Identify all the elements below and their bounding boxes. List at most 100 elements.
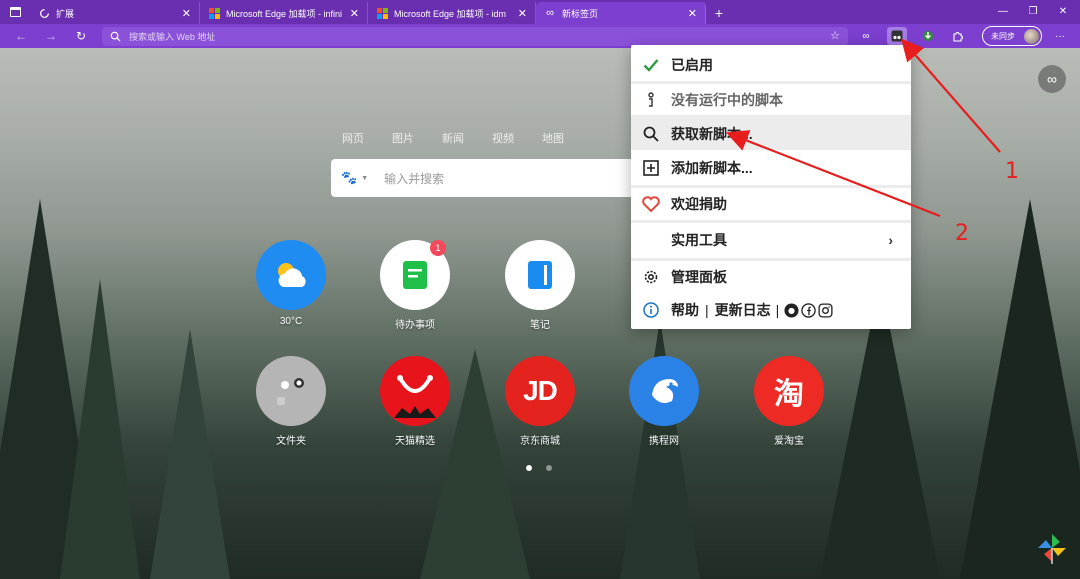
tab-label: Microsoft Edge 加载项 - idm [394,8,507,19]
app-shortcut-taobao[interactable]: 淘 爱淘宝 [744,356,834,447]
jd-logo-text: JD [523,375,558,406]
tmall-icon [380,356,450,426]
menu-item-label: 已启用 [671,57,713,73]
app-shortcut-folder[interactable]: 文件夹 [246,356,336,447]
favorite-star-icon[interactable]: ☆ [830,29,840,42]
notification-badge: 1 [430,240,446,256]
menu-item-no-running-scripts: 没有运行中的脚本 [631,85,911,115]
tab-edge-addons-infinity[interactable]: Microsoft Edge 加载项 - infinity新 ✕ [200,2,368,24]
tab-close-icon[interactable]: ✕ [350,7,359,20]
window-menu-icon[interactable] [0,0,30,24]
page-indicator [526,465,552,471]
tampermonkey-extension-icon[interactable] [887,27,907,45]
page-dot[interactable] [526,465,532,471]
baidu-paw-icon[interactable]: 🐾 [341,170,357,186]
forest-background [60,279,140,579]
search-tab[interactable]: 图片 [392,130,414,146]
profile-sync-button[interactable]: 未同步 [982,26,1042,46]
changelog-link[interactable]: 更新日志 [715,300,771,320]
chevron-right-icon: › [888,232,893,248]
app-label: 爱淘宝 [774,436,804,447]
forest-background [960,199,1080,579]
search-icon [641,124,661,144]
instagram-icon[interactable] [818,302,833,318]
ctrip-icon [629,356,699,426]
avatar [1024,28,1039,44]
tab-label: 新标签页 [562,8,599,19]
tab-close-icon[interactable]: ✕ [182,7,191,20]
menu-item-label: 获取新脚本... [671,126,753,142]
facebook-icon[interactable] [801,302,816,318]
menu-item-help-changelog[interactable]: 帮助 | 更新日志 | [631,294,911,326]
menu-item-label: 管理面板 [671,269,727,285]
title-bar: 扩展 ✕ Microsoft Edge 加载项 - infinity新 ✕ Mi… [0,0,1080,24]
blank-icon [641,230,661,250]
jd-icon: JD [505,356,575,426]
link-separator: | [705,302,709,318]
maximize-button[interactable]: ❐ [1018,0,1048,22]
infinity-extension-icon[interactable]: ∞ [856,27,876,45]
app-shortcut-ctrip[interactable]: 携程网 [619,356,709,447]
menu-item-utilities[interactable]: 实用工具 › [631,224,911,256]
menu-item-dashboard[interactable]: 管理面板 [631,261,911,293]
refresh-button[interactable]: ↻ [66,24,96,48]
search-category-tabs: 网页 图片 新闻 视频 地图 [342,130,564,146]
tab-new-tab[interactable]: ∞ 新标签页 ✕ [536,2,706,24]
tab-close-icon[interactable]: ✕ [688,7,697,20]
menu-item-get-new-scripts[interactable]: 获取新脚本... [631,118,911,150]
app-label: 30°C [279,316,303,327]
idm-extension-icon[interactable] [918,27,938,45]
extensions-puzzle-icon[interactable] [948,27,968,45]
notes-icon [505,240,575,310]
menu-item-label: 实用工具 [671,232,727,248]
app-shortcut-jd[interactable]: JD 京东商城 [495,356,585,447]
forward-button[interactable]: → [36,24,66,48]
github-icon[interactable] [784,302,799,318]
navigation-toolbar: ← → ↻ 搜索或输入 Web 地址 ☆ ∞ 未同步 ··· [0,24,1080,48]
search-icon [110,31,121,42]
forest-background [150,329,230,579]
app-shortcut-todo[interactable]: 1 待办事项 [370,240,460,331]
menu-item-label: 添加新脚本... [671,160,753,176]
search-tab[interactable]: 地图 [542,130,564,146]
search-input[interactable]: 🐾 ▼ 输入并搜索 [331,159,631,197]
infinity-settings-button[interactable]: ∞ [1038,65,1066,93]
new-tab-button[interactable]: + [706,2,732,24]
search-tab[interactable]: 新闻 [442,130,464,146]
extensions-icon [38,7,50,19]
tab-close-icon[interactable]: ✕ [518,7,527,20]
app-label: 待办事项 [395,320,435,331]
close-window-button[interactable]: ✕ [1048,0,1078,22]
more-menu-icon[interactable]: ··· [1050,27,1070,45]
chevron-down-icon[interactable]: ▼ [361,175,368,182]
app-shortcut-weather[interactable]: 30°C [246,240,336,327]
app-label: 携程网 [649,436,679,447]
help-link[interactable]: 帮助 [671,300,699,320]
info-circle-icon [641,300,661,320]
tampermonkey-popup-menu: 已启用 没有运行中的脚本 获取新脚本... 添加新脚本... 欢迎捐助 实用工具… [631,45,911,329]
app-label: 天猫精选 [395,436,435,447]
search-tab[interactable]: 视频 [492,130,514,146]
microsoft-logo-icon [208,7,220,19]
menu-divider [631,220,911,223]
search-tab[interactable]: 网页 [342,130,364,146]
app-shortcut-notes[interactable]: 笔记 [495,240,585,331]
app-shortcut-tmall[interactable]: 天猫精选 [370,356,460,447]
menu-item-add-new-script[interactable]: 添加新脚本... [631,152,911,184]
info-icon [641,90,661,110]
tab-extensions[interactable]: 扩展 ✕ [30,2,200,24]
tab-label: Microsoft Edge 加载项 - infinity新 [226,8,342,19]
taobao-logo-text: 淘 [774,378,804,411]
back-button[interactable]: ← [6,24,36,48]
heart-icon [641,194,661,214]
address-bar[interactable]: 搜索或输入 Web 地址 ☆ [102,27,848,46]
link-separator: | [775,302,780,318]
menu-item-enabled[interactable]: 已启用 [631,49,911,81]
tab-edge-addons-idm[interactable]: Microsoft Edge 加载项 - idm ✕ [368,2,536,24]
page-dot[interactable] [546,465,552,471]
menu-item-donate[interactable]: 欢迎捐助 [631,188,911,220]
app-label: 京东商城 [520,436,560,447]
menu-item-label: 欢迎捐助 [671,196,727,212]
new-tab-page: 网页 图片 新闻 视频 地图 🐾 ▼ 输入并搜索 ∞ 30°C 1 待办事项 笔… [0,48,1080,579]
minimize-button[interactable]: — [988,0,1018,22]
